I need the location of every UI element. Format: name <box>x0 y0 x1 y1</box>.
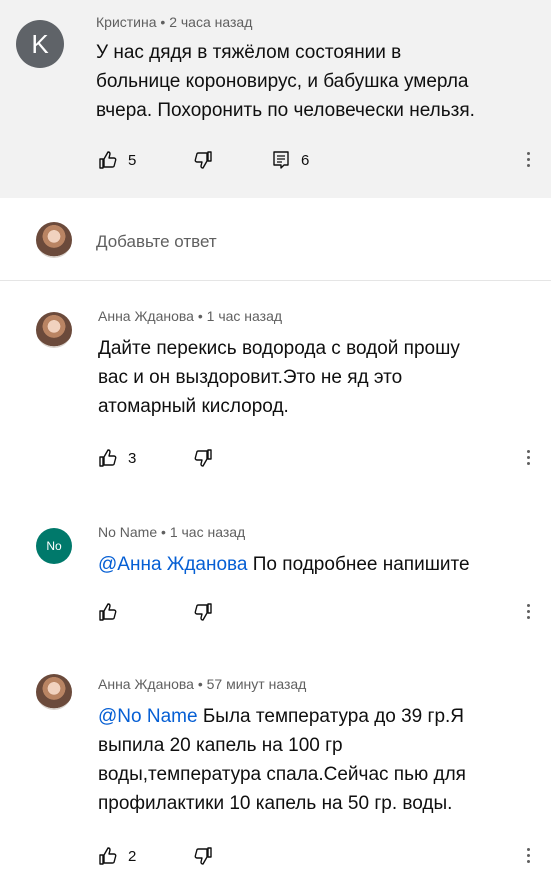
meta-separator: • <box>197 308 203 324</box>
avatar-letter: K <box>31 28 49 59</box>
parent-comment: K Кристина • 2 часа назад У нас дядя в т… <box>0 0 551 198</box>
comment-text-tail: Была температура до 39 гр.Я <box>197 706 465 727</box>
add-reply-input[interactable]: Добавьте ответ <box>96 232 217 252</box>
comment-text-line: Дайте перекись водорода с водой прошу <box>98 338 460 359</box>
comment-text-line: больнице короновирус, и бабушка умерла <box>96 71 469 92</box>
comment-text: Дайте перекись водорода с водой прошу ва… <box>98 334 538 421</box>
comment-author[interactable]: Анна Жданова <box>98 308 194 324</box>
like-count: 5 <box>128 151 137 169</box>
comment-text-line: атомарный кислород. <box>98 396 289 417</box>
comment-text: @No Name Была температура до 39 гр.Я вып… <box>98 702 538 818</box>
comment-text-tail: По подробнее напишите <box>247 554 470 575</box>
user-avatar[interactable] <box>36 222 72 258</box>
more-vert-icon[interactable] <box>521 848 535 863</box>
thumbs-up-icon <box>98 846 118 866</box>
replies-button[interactable]: 6 <box>271 150 309 170</box>
avatar-text: No <box>46 539 62 553</box>
comment-author[interactable]: Анна Жданова <box>98 676 194 692</box>
comment-time[interactable]: 2 часа назад <box>169 14 252 30</box>
comment-actions <box>0 602 551 628</box>
thumbs-down-icon <box>193 448 213 468</box>
divider <box>0 280 551 281</box>
comment-meta: No Name • 1 час назад <box>98 524 245 540</box>
comment-text-line: @No Name Была температура до 39 гр.Я <box>98 702 538 731</box>
meta-separator: • <box>160 14 166 30</box>
comment-text-line: У нас дядя в тяжёлом состоянии в <box>96 42 402 63</box>
comment-text-line: вчера. Похоронить по человечески нельзя. <box>96 100 475 121</box>
comment-text-line: профилактики 10 капель на 50 гр. воды. <box>98 793 453 814</box>
like-button[interactable] <box>98 602 118 622</box>
thumbs-up-icon <box>98 602 118 622</box>
thumbs-down-icon <box>193 150 213 170</box>
like-button[interactable]: 5 <box>98 150 136 170</box>
thumbs-down-icon <box>193 846 213 866</box>
reply-count: 6 <box>301 151 310 169</box>
avatar[interactable] <box>36 674 72 710</box>
mention-link[interactable]: @Анна Жданова <box>98 554 248 575</box>
comment-actions: 3 <box>0 448 551 474</box>
comment-author[interactable]: No Name <box>98 524 157 540</box>
thumbs-down-icon <box>193 602 213 622</box>
comment-meta: Кристина • 2 часа назад <box>96 14 252 30</box>
comment-actions: 2 <box>0 846 551 872</box>
comment-meta: Анна Жданова • 1 час назад <box>98 308 282 324</box>
meta-separator: • <box>197 676 203 692</box>
dislike-button[interactable] <box>193 846 213 866</box>
more-vert-icon[interactable] <box>521 450 535 465</box>
like-count: 2 <box>128 847 137 865</box>
comment-text: У нас дядя в тяжёлом состоянии в больниц… <box>96 38 536 125</box>
comment-text: @Анна Жданова По подробнее напишите <box>98 550 538 579</box>
comment-text-line: выпила 20 капель на 100 гр <box>98 735 343 756</box>
comment-actions: 5 6 <box>0 150 551 176</box>
dislike-button[interactable] <box>193 602 213 622</box>
comment-text-line: вас и он выздоровит.Это не яд это <box>98 367 403 388</box>
reply-comment: Анна Жданова • 1 час назад Дайте перекис… <box>0 296 551 486</box>
thumbs-up-icon <box>98 150 118 170</box>
comment-meta: Анна Жданова • 57 минут назад <box>98 676 306 692</box>
avatar[interactable]: K <box>16 20 64 68</box>
meta-separator: • <box>161 524 166 540</box>
like-count: 3 <box>128 449 137 467</box>
avatar[interactable] <box>36 312 72 348</box>
comment-time[interactable]: 57 минут назад <box>207 676 307 692</box>
like-button[interactable]: 3 <box>98 448 136 468</box>
more-vert-icon[interactable] <box>521 152 535 167</box>
comment-text-line: @Анна Жданова По подробнее напишите <box>98 550 538 579</box>
comment-text-line: воды,температура спала.Сейчас пью для <box>98 764 466 785</box>
thumbs-up-icon <box>98 448 118 468</box>
mention-link[interactable]: @No Name <box>98 706 198 727</box>
avatar[interactable]: No <box>36 528 72 564</box>
reply-icon <box>271 150 291 170</box>
reply-comment: No No Name • 1 час назад @Анна Жданова П… <box>0 512 551 642</box>
comment-time[interactable]: 1 час назад <box>170 524 245 540</box>
dislike-button[interactable] <box>193 150 213 170</box>
more-vert-icon[interactable] <box>521 604 535 619</box>
reply-comment: Анна Жданова • 57 минут назад @No Name Б… <box>0 664 551 883</box>
like-button[interactable]: 2 <box>98 846 136 866</box>
comment-time[interactable]: 1 час назад <box>207 308 282 324</box>
dislike-button[interactable] <box>193 448 213 468</box>
comment-author[interactable]: Кристина <box>96 14 157 30</box>
